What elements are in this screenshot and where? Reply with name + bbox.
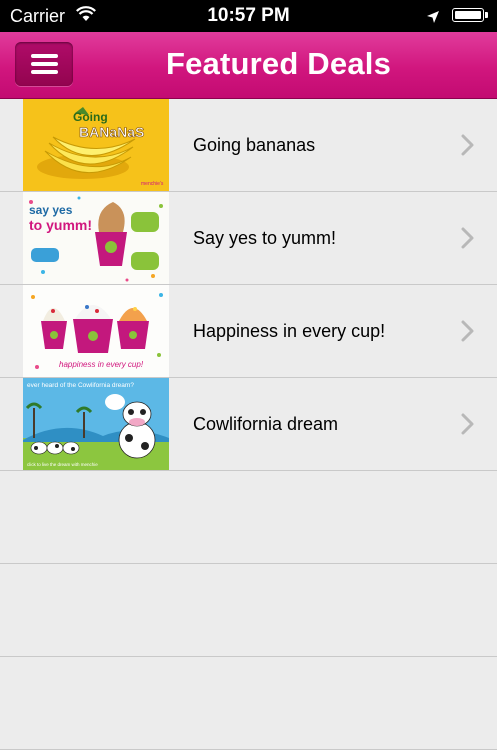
svg-text:BANaNaS: BANaNaS [79, 124, 144, 140]
svg-text:to yumm!: to yumm! [29, 217, 92, 233]
deal-row-cowlifornia[interactable]: ever heard of the Cowlifornia dream? cli… [0, 378, 497, 471]
deal-image-say-yes: say yes to yumm! [23, 192, 169, 284]
deal-title: Cowlifornia dream [193, 414, 339, 434]
deal-image-happiness: happiness in every cup! [23, 285, 169, 377]
svg-text:happiness in every cup!: happiness in every cup! [59, 360, 144, 369]
battery-icon [452, 8, 488, 22]
deal-row-happiness[interactable]: happiness in every cup! Happiness in eve… [0, 285, 497, 378]
svg-text:menchie's: menchie's [141, 181, 164, 187]
page-title: Featured Deals [165, 46, 392, 81]
status-bar: Carrier 10:57 PM [0, 0, 497, 32]
empty-row [0, 657, 497, 750]
deal-image-cowlifornia: ever heard of the Cowlifornia dream? cli… [23, 378, 169, 470]
deal-row-going-bananas[interactable]: Going BANaNaS menchie's Going bananas [0, 99, 497, 192]
svg-text:say yes: say yes [29, 203, 73, 217]
svg-text:click to live the dream with m: click to live the dream with menchie [27, 462, 98, 467]
svg-text:Going: Going [73, 110, 108, 124]
deals-list: Going BANaNaS menchie's Going bananas sa… [0, 99, 497, 750]
deal-title: Going bananas [193, 135, 316, 155]
empty-row [0, 564, 497, 657]
chevron-right-icon [458, 319, 478, 343]
deal-row-say-yes[interactable]: say yes to yumm! Say yes to yumm! [0, 192, 497, 285]
deal-image-bananas: Going BANaNaS menchie's [23, 99, 169, 191]
chevron-right-icon [458, 133, 478, 157]
nav-bar: Featured Deals [0, 32, 497, 99]
svg-text:ever heard of the Cowlifornia: ever heard of the Cowlifornia dream? [27, 382, 134, 389]
chevron-right-icon [458, 226, 478, 250]
deal-title: Happiness in every cup! [193, 321, 386, 341]
status-time: 10:57 PM [207, 5, 290, 26]
location-arrow-icon [426, 8, 440, 29]
chevron-right-icon [458, 412, 478, 436]
deal-title: Say yes to yumm! [193, 228, 337, 248]
empty-row [0, 471, 497, 564]
